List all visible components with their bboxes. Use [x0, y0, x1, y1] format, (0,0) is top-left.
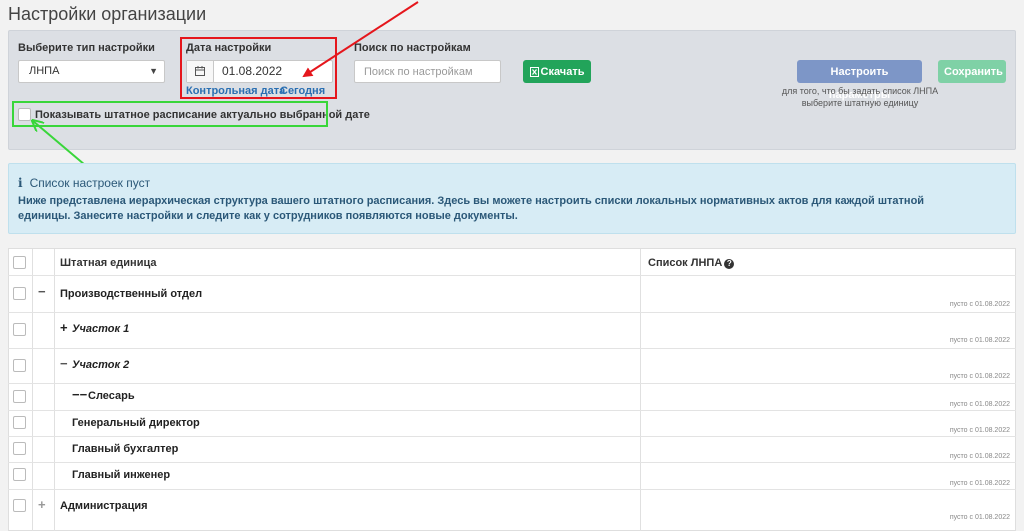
row-checkbox[interactable]: [13, 323, 26, 336]
empty-status: пусто с 01.08.2022: [949, 427, 1010, 434]
unit-name: Администрация: [60, 500, 148, 512]
row-checkbox[interactable]: [13, 287, 26, 300]
col-header-list-text: Список ЛНПА: [648, 257, 723, 269]
empty-status: пусто с 01.08.2022: [949, 373, 1010, 380]
row-checkbox[interactable]: [13, 359, 26, 372]
row-divider: [8, 462, 1016, 463]
expand-icon[interactable]: +: [38, 497, 46, 512]
info-title: i Список настроек пуст: [18, 176, 150, 190]
unit-name: Участок 1: [72, 323, 130, 335]
row-checkbox[interactable]: [13, 416, 26, 429]
empty-status: пусто с 01.08.2022: [949, 453, 1010, 460]
info-icon: i: [18, 176, 23, 190]
row-checkbox[interactable]: [13, 442, 26, 455]
info-title-text: Список настроек пуст: [29, 176, 151, 190]
unit-name: Слесарь: [88, 390, 135, 402]
row-checkbox[interactable]: [13, 499, 26, 512]
row-divider: [8, 348, 1016, 349]
col-header-list: Список ЛНПА?: [648, 257, 735, 269]
unit-name: Генеральный директор: [72, 417, 200, 429]
empty-status: пусто с 01.08.2022: [949, 301, 1010, 308]
leaf-icon: −−: [72, 387, 88, 402]
expand-icon[interactable]: +: [60, 320, 68, 335]
row-divider: [8, 410, 1016, 411]
collapse-icon[interactable]: −: [60, 356, 68, 371]
question-icon[interactable]: ?: [724, 259, 735, 269]
row-divider: [8, 489, 1016, 490]
empty-status: пусто с 01.08.2022: [949, 480, 1010, 487]
unit-name: Участок 2: [72, 359, 130, 371]
empty-status: пусто с 01.08.2022: [949, 514, 1010, 521]
row-divider: [8, 312, 1016, 313]
unit-name: Главный инженер: [72, 469, 171, 481]
row-divider: [8, 383, 1016, 384]
info-text: Ниже представлена иерархическая структур…: [18, 195, 925, 222]
row-divider: [8, 275, 1016, 276]
unit-name: Производственный отдел: [60, 288, 203, 300]
red-arrow: [302, 1, 419, 78]
select-all-checkbox[interactable]: [13, 256, 26, 269]
row-divider: [8, 436, 1016, 437]
empty-status: пусто с 01.08.2022: [949, 337, 1010, 344]
unit-name: Главный бухгалтер: [72, 443, 179, 455]
row-checkbox[interactable]: [13, 468, 26, 481]
empty-status: пусто с 01.08.2022: [949, 401, 1010, 408]
row-checkbox[interactable]: [13, 390, 26, 403]
collapse-icon[interactable]: −: [38, 284, 46, 299]
col-header-unit: Штатная единица: [60, 257, 157, 269]
